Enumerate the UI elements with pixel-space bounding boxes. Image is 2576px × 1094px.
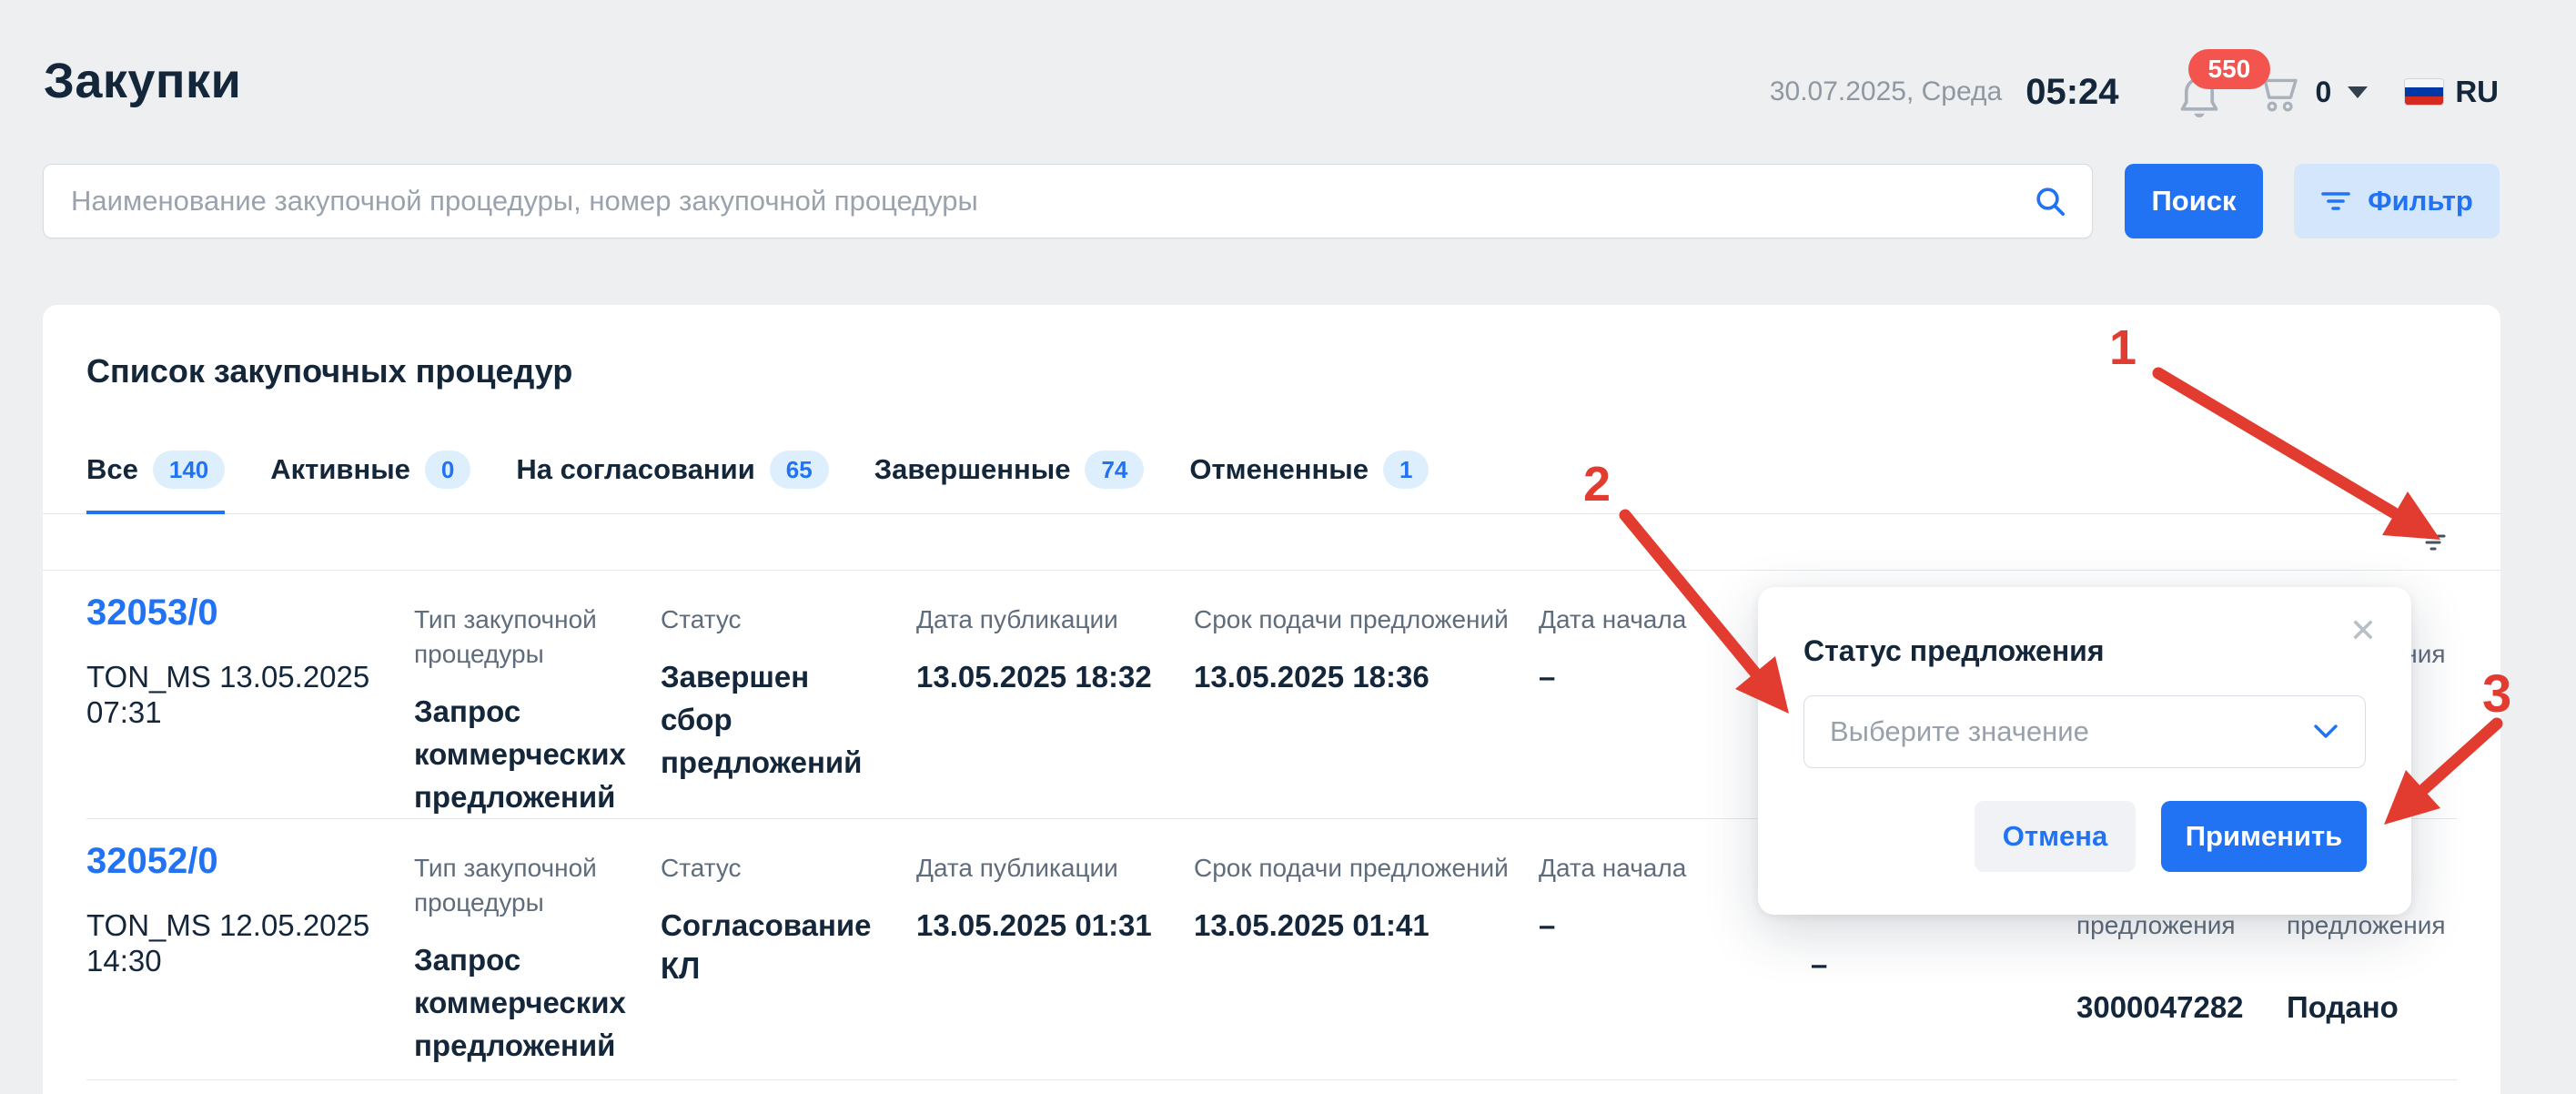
status-select-placeholder: Выберите значение	[1830, 715, 2089, 748]
cell-value: –	[1811, 943, 2055, 986]
column-filter-icon[interactable]	[2420, 532, 2446, 552]
filter-icon	[2320, 189, 2351, 213]
tab-label: Отмененные	[1189, 453, 1369, 486]
cell-value: Запрос коммерческих предложений	[414, 938, 639, 1067]
notifications-count-badge: 550	[2188, 49, 2271, 89]
table-cell: Статус Завершен сбор предложений	[661, 593, 916, 818]
procedure-subtitle: TON_MS 12.05.2025 14:30	[86, 907, 387, 978]
cancel-button[interactable]: Отмена	[1975, 801, 2136, 872]
card-heading: Список закупочных процедур	[86, 305, 2457, 390]
language-label: RU	[2455, 75, 2499, 109]
cell-label: Срок подачи предложений	[1194, 603, 1517, 637]
tab-count-badge: 0	[425, 451, 470, 489]
tab[interactable]: На согласовании 65	[516, 451, 828, 513]
page-title: Закупки	[44, 53, 241, 109]
current-date: 30.07.2025, Среда	[1770, 76, 2002, 107]
cell-label: Дата начала	[1539, 603, 1789, 637]
table-cell: Дата публикации 13.05.2025 01:31	[916, 841, 1194, 1079]
filter-button-label: Фильтр	[2368, 185, 2473, 218]
popup-title: Статус предложения	[1803, 634, 2366, 668]
cell-label: Статус	[661, 851, 894, 886]
cart-count: 0	[2316, 76, 2332, 109]
table-cell: Статус Согласование КЛ	[661, 841, 916, 1079]
search-input[interactable]	[71, 185, 2032, 218]
tab[interactable]: Все 140	[86, 451, 225, 513]
tab-count-badge: 140	[153, 451, 225, 489]
chevron-down-icon	[2348, 86, 2368, 98]
cell-value: –	[1539, 904, 1789, 947]
procedure-subtitle: TON_MS 13.05.2025 07:31	[86, 659, 387, 730]
procedure-number-link[interactable]: 32053/0	[86, 593, 218, 633]
table-cell: Тип закупочной процедуры Запрос коммерче…	[414, 841, 661, 1079]
cell-label: Статус	[661, 603, 894, 637]
ru-flag-icon	[2404, 78, 2444, 106]
table-cell: Срок подачи предложений 13.05.2025 18:36	[1194, 593, 1539, 818]
procedure-number-link[interactable]: 32052/0	[86, 841, 218, 882]
tab-label: На согласовании	[516, 453, 754, 486]
tab-label: Все	[86, 453, 138, 486]
cell-value: 13.05.2025 01:31	[916, 904, 1172, 947]
cell-label: Срок подачи предложений	[1194, 851, 1517, 886]
cart-button[interactable]: 0	[2254, 69, 2369, 115]
status-select[interactable]: Выберите значение	[1803, 695, 2366, 768]
offer-status-filter-popup: Статус предложения ✕ Выберите значение О…	[1758, 587, 2411, 915]
tab[interactable]: Отмененные 1	[1189, 451, 1429, 513]
tab-count-badge: 65	[770, 451, 829, 489]
search-row: Поиск Фильтр	[0, 164, 2576, 238]
cell-label: Дата публикации	[916, 603, 1172, 637]
cell-label: Тип закупочной процедуры	[414, 851, 639, 920]
tab-label: Активные	[270, 453, 410, 486]
cell-value: –	[1539, 655, 1789, 698]
cell-value: Согласование КЛ	[661, 904, 888, 989]
tab[interactable]: Завершенные 74	[874, 451, 1145, 513]
cell-label: Дата начала	[1539, 851, 1789, 886]
top-bar: Закупки 30.07.2025, Среда 05:24 550 0 RU	[0, 0, 2576, 124]
cell-label: Тип закупочной процедуры	[414, 603, 639, 672]
tab-count-badge: 1	[1383, 451, 1429, 489]
table-cell: Срок подачи предложений 13.05.2025 01:41	[1194, 841, 1539, 1079]
search-icon[interactable]	[2032, 183, 2068, 219]
tabs: Все 140 Активные 0 На согласовании 65 За…	[43, 451, 2500, 514]
cell-label: Дата публикации	[916, 851, 1172, 886]
popup-footer: Отмена Применить	[1975, 801, 2367, 872]
tab[interactable]: Активные 0	[270, 451, 470, 513]
table-row-partial	[86, 1080, 2457, 1094]
notifications-button[interactable]: 550	[2176, 60, 2230, 124]
cell-value: Завершен сбор предложений	[661, 655, 888, 784]
search-box	[43, 164, 2093, 238]
search-button[interactable]: Поиск	[2125, 164, 2263, 238]
tab-label: Завершенные	[874, 453, 1071, 486]
tab-count-badge: 74	[1085, 451, 1144, 489]
cell-value: 3000047282	[2076, 986, 2265, 1028]
procedure-number-cell: 32053/0 TON_MS 13.05.2025 07:31	[86, 593, 414, 818]
current-time: 05:24	[2025, 72, 2118, 113]
table-cell: Дата публикации 13.05.2025 18:32	[916, 593, 1194, 818]
cell-value: Подано	[2287, 986, 2435, 1028]
procedure-number-cell: 32052/0 TON_MS 12.05.2025 14:30	[86, 841, 414, 1079]
table-cell: Тип закупочной процедуры Запрос коммерче…	[414, 593, 661, 818]
close-icon[interactable]: ✕	[2349, 614, 2377, 647]
language-switcher[interactable]: RU	[2404, 75, 2499, 109]
top-right-controls: 30.07.2025, Среда 05:24 550 0 RU	[1770, 60, 2499, 124]
filter-button[interactable]: Фильтр	[2294, 164, 2500, 238]
cell-value: 13.05.2025 18:36	[1194, 655, 1517, 698]
cell-value: 13.05.2025 18:32	[916, 655, 1172, 698]
cell-value: Запрос коммерческих предложений	[414, 690, 639, 818]
cell-value: 13.05.2025 01:41	[1194, 904, 1517, 947]
chevron-down-icon	[2312, 723, 2339, 741]
table-filter-strip	[43, 514, 2500, 571]
apply-button[interactable]: Применить	[2161, 801, 2367, 872]
